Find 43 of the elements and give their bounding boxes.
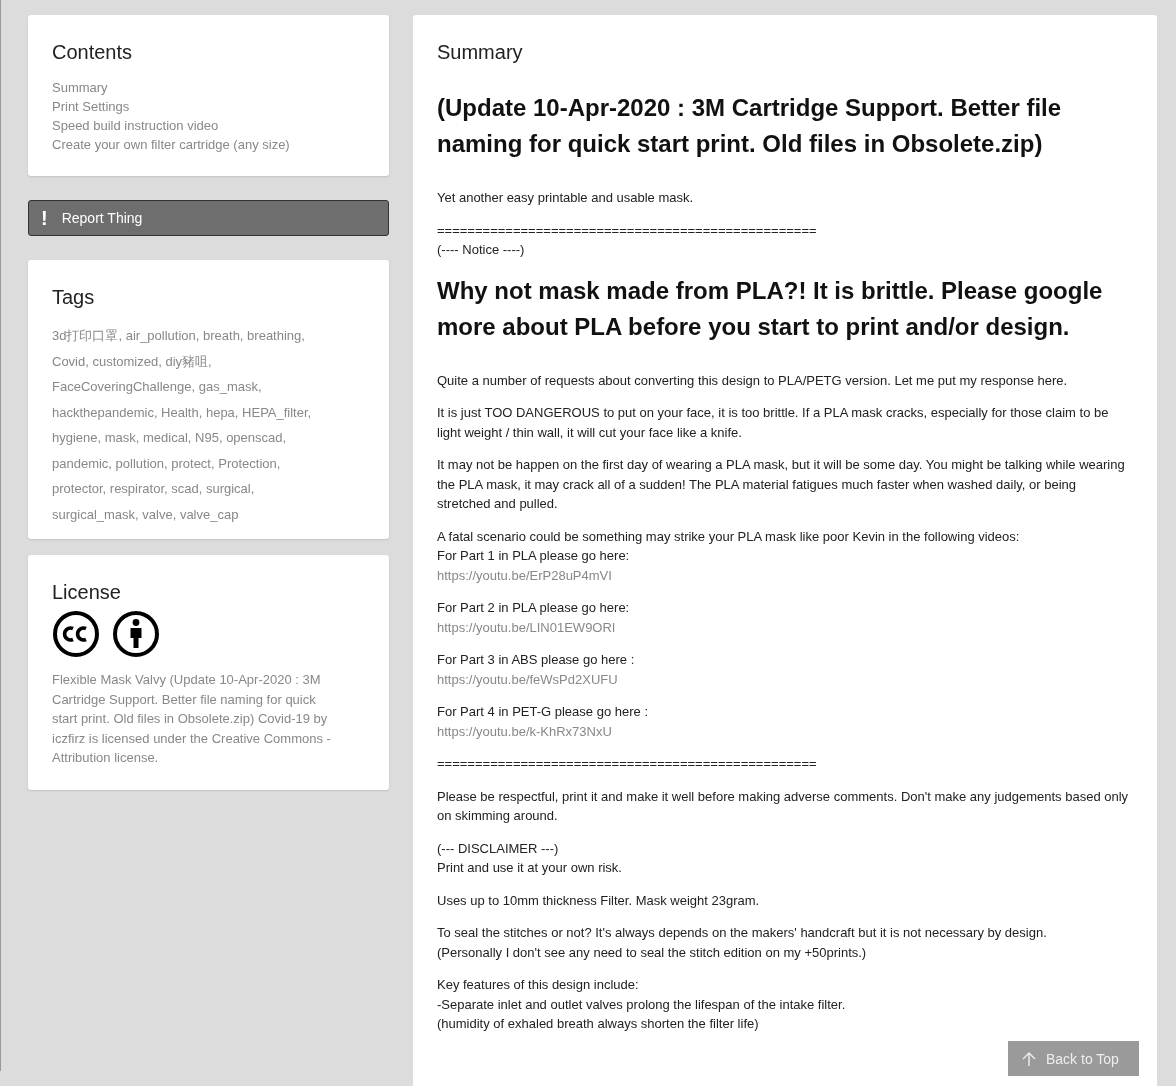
paragraph-text: It is just TOO DANGEROUS to put on your face, it is too brittle. If a PLA mask cracks, especially for those claim to be light weight / thin wall, it will cut your face like a knife. — [437, 404, 1110, 442]
contents-link[interactable]: Summary — [52, 78, 108, 97]
person-icon — [112, 610, 160, 658]
paragraph-text: ================================================== — [437, 755, 817, 773]
video-link[interactable]: https://youtu.be/ErP28uP4mVI — [437, 565, 612, 585]
exclamation-icon: ! — [41, 208, 48, 228]
summary-heading: Summary — [437, 41, 524, 64]
paragraph-text: A fatal scenario could be something may strike your PLA mask like poor Kevin in the following videos: — [437, 527, 1020, 546]
paragraph-text: For Part 4 in PET-G please go here : — [437, 703, 648, 721]
report-button[interactable]: ! Report Thing — [28, 200, 389, 236]
contents-heading: Contents — [52, 41, 134, 64]
paragraph-text: (humidity of exhaled breath always shorten the filter life) — [437, 1015, 759, 1033]
article-heading: (Update 10-Apr-2020 : 3M Cartridge Support. Better file naming for quick start print. Old files in Obsolete.zip) — [437, 93, 1063, 159]
paragraph-text: ================================================== — [437, 221, 817, 240]
paragraph-text: (---- Notice ----) — [437, 241, 525, 259]
article-heading: Why not mask made from PLA?! It is brittle. Please google more about PLA before you start to print and/or design. — [437, 275, 1104, 342]
license-heading: License — [52, 581, 122, 604]
contents-link[interactable]: Print Settings — [52, 97, 130, 116]
tags-heading: Tags — [52, 286, 96, 309]
back-to-top-button[interactable]: Back to Top — [1008, 1041, 1139, 1076]
paragraph-text: -Separate inlet and outlet valves prolong the lifespan of the intake filter. — [437, 995, 846, 1014]
paragraph-text: For Part 3 in ABS please go here : — [437, 651, 635, 669]
paragraph-text: Quite a number of requests about converting this design to PLA/PETG version. Let me put my response here. — [437, 371, 1068, 390]
tag-list: 3d打印口罩, air_pollution, breath, breathing, Covid, customized, diy豬咀, FaceCoveringChallenge, gas_mask, hackthepandemic, Health, hepa, HEPA_filter, hygiene, mask, medical, N95, openscad, pandemic, pollution, protect, Protection, protector, respirator, scad, surgical, surgical_mask, valve, valve_cap — [52, 323, 365, 527]
video-link[interactable]: https://youtu.be/LIN01EW9ORI — [437, 617, 616, 637]
paragraph-text: Print and use it at your own risk. — [437, 859, 622, 877]
creative-commons-icon — [52, 610, 100, 658]
paragraph-text: It may not be happen on the first day of wearing a PLA mask, but it will be some day. You might be talking while wearing the PLA mask, it may crack all of a sudden! The PLA material fatigues much faster when washed daily, or being stretched and pulled. — [437, 456, 1126, 513]
contents-link[interactable]: Speed build instruction video — [52, 116, 219, 135]
paragraph-text: For Part 2 in PLA please go here: — [437, 599, 630, 617]
paragraph-text: To seal the stitches or not? It's always depends on the makers' handcraft but it is not necessary by design. — [437, 924, 1047, 942]
contents-link[interactable]: Create your own filter cartridge (any size) — [52, 135, 290, 154]
paragraph-text: (--- DISCLAIMER ---) — [437, 839, 559, 858]
video-link[interactable]: https://youtu.be/feWsPd2XUFU — [437, 669, 618, 689]
paragraph-text: Uses up to 10mm thickness Filter. Mask weight 23gram. — [437, 891, 760, 910]
paragraph-text: Please be respectful, print it and make it well before making adverse comments. Don't make any judgements based only on skimming around. — [437, 787, 1130, 825]
paragraph-text: (Personally I don't see any need to seal the stitch edition on my +50prints.) — [437, 943, 867, 962]
paragraph-text: Yet another easy printable and usable mask. — [437, 189, 694, 207]
paragraph-text: For Part 1 in PLA please go here: — [437, 547, 630, 565]
video-link[interactable]: https://youtu.be/k-KhRx73NxU — [437, 721, 612, 741]
paragraph-text: Key features of this design include: — [437, 976, 639, 994]
up-arrow-icon — [1022, 1050, 1036, 1067]
license-text: Flexible Mask Valvy (Update 10-Apr-2020 : 3M Cartridge Support. Better file naming for quick start print. Old files in Obsolete.zip) Covid-19 by iczfirz is licensed under the Creative Commons - Attribution license. — [52, 671, 332, 767]
